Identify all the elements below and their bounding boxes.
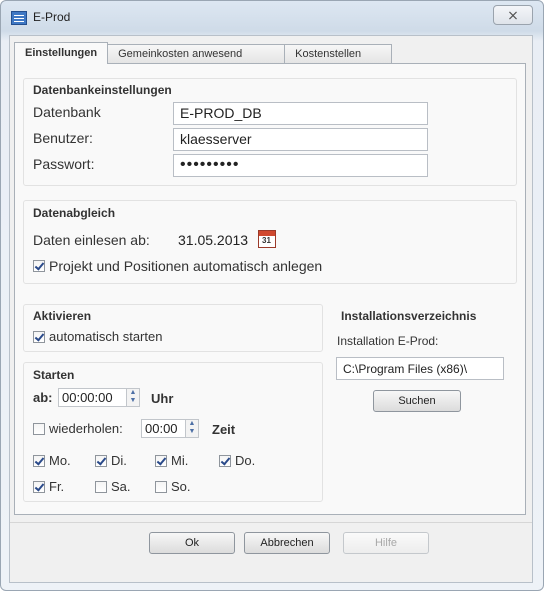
day-do-check-icon	[219, 454, 231, 467]
title-bar[interactable]: E-Prod ⨯	[1, 1, 543, 35]
passwort-label: Passwort:	[33, 156, 95, 172]
ab-time-value[interactable]: 00:00:00	[58, 388, 126, 407]
wiederholen-time-value[interactable]: 00:00	[141, 419, 185, 438]
day-fr-label: Fr.	[49, 479, 65, 494]
day-so-label: So.	[171, 479, 191, 494]
daten-einlesen-date-field[interactable]: 31.05.2013	[171, 229, 251, 252]
day-checkbox-so[interactable]: So.	[155, 479, 191, 494]
day-mi-label: Mi.	[171, 453, 189, 468]
window-title: E-Prod	[33, 10, 71, 24]
calendar-icon[interactable]: 31	[258, 230, 276, 248]
wiederholen-time-spinner[interactable]: 00:00 ▲ ▼	[141, 419, 199, 438]
day-di-label: Di.	[111, 453, 127, 468]
install-eprod-label: Installation E-Prod:	[337, 334, 439, 348]
app-icon	[11, 11, 27, 25]
wiederholen-label: wiederholen:	[49, 421, 123, 436]
day-di-check-icon	[95, 454, 107, 467]
footer-separator	[10, 522, 532, 523]
auto-create-checkbox[interactable]: Projekt und Positionen automatisch anleg…	[33, 258, 322, 274]
day-checkbox-mi[interactable]: Mi.	[155, 453, 188, 468]
ab-label: ab:	[33, 390, 53, 405]
ok-button[interactable]: Ok	[149, 532, 235, 554]
close-button[interactable]: ⨯	[493, 5, 533, 25]
database-settings-title: Datenbankeinstellungen	[33, 83, 172, 97]
benutzer-input[interactable]: klaesserver	[173, 128, 428, 151]
passwort-input[interactable]: •••••••••	[173, 154, 428, 177]
day-mo-check-icon	[33, 454, 45, 467]
wiederholen-check-icon	[33, 422, 45, 435]
search-button[interactable]: Suchen	[373, 390, 461, 412]
day-so-check-icon	[155, 480, 167, 493]
benutzer-label: Benutzer:	[33, 130, 93, 146]
datenbank-input[interactable]: E-PROD_DB	[173, 102, 428, 125]
day-checkbox-fr[interactable]: Fr.	[33, 479, 64, 494]
help-button[interactable]: Hilfe	[343, 532, 429, 554]
auto-start-check-icon	[33, 330, 45, 343]
tab-kostenstellen[interactable]: Kostenstellen	[284, 44, 393, 64]
day-checkbox-do[interactable]: Do.	[219, 453, 255, 468]
day-checkbox-sa[interactable]: Sa.	[95, 479, 131, 494]
day-do-label: Do.	[235, 453, 256, 468]
install-path-input[interactable]: C:\Program Files (x86)\	[336, 357, 504, 380]
cancel-button[interactable]: Abbrechen	[244, 532, 330, 554]
spinner-arrows-icon[interactable]: ▲ ▼	[185, 419, 199, 438]
tab-gemeinkosten-anwesend[interactable]: Gemeinkosten anwesend	[107, 44, 286, 64]
spinner-arrows-icon[interactable]: ▲ ▼	[126, 388, 140, 407]
auto-start-checkbox[interactable]: automatisch starten	[33, 329, 162, 344]
datenbank-label: Datenbank	[33, 104, 101, 120]
auto-create-check-icon	[33, 260, 45, 272]
day-sa-check-icon	[95, 480, 107, 493]
day-mo-label: Mo.	[49, 453, 71, 468]
tab-panel-einstellungen: Datenbankeinstellungen Datenbank E-PROD_…	[14, 63, 526, 515]
dialog-window: E-Prod ⨯ Einstellungen Gemeinkosten anwe…	[0, 0, 544, 591]
auto-create-label: Projekt und Positionen automatisch anleg…	[49, 258, 323, 274]
install-dir-title: Installationsverzeichnis	[341, 309, 477, 323]
daten-einlesen-label: Daten einlesen ab:	[33, 232, 150, 248]
data-sync-title: Datenabgleich	[33, 206, 116, 220]
tab-einstellungen[interactable]: Einstellungen	[14, 42, 109, 64]
ab-time-spinner[interactable]: 00:00:00 ▲ ▼	[58, 388, 140, 407]
auto-start-label: automatisch starten	[49, 329, 163, 344]
day-mi-check-icon	[155, 454, 167, 467]
day-checkbox-di[interactable]: Di.	[95, 453, 127, 468]
tab-strip: Einstellungen Gemeinkosten anwesend Kost…	[14, 42, 393, 64]
starten-title: Starten	[33, 368, 75, 382]
day-sa-label: Sa.	[111, 479, 131, 494]
aktivieren-title: Aktivieren	[33, 309, 92, 323]
day-fr-check-icon	[33, 480, 45, 493]
zeit-label: Zeit	[212, 422, 236, 437]
day-checkbox-mo[interactable]: Mo.	[33, 453, 71, 468]
uhr-label: Uhr	[151, 391, 174, 406]
dialog-client-area: Einstellungen Gemeinkosten anwesend Kost…	[9, 35, 533, 583]
wiederholen-checkbox[interactable]: wiederholen:	[33, 421, 123, 436]
